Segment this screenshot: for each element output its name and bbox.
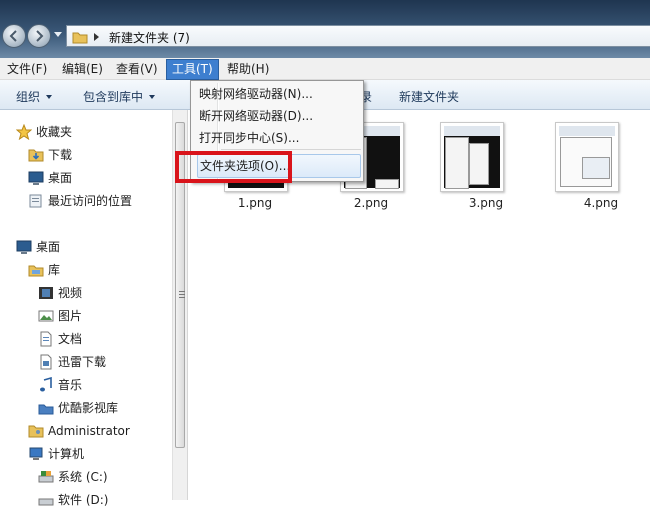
chevron-down-icon <box>149 95 156 99</box>
libraries-icon <box>28 265 44 277</box>
music-note-icon <box>40 377 52 392</box>
file-name: 2.png <box>353 196 389 210</box>
nav-label: 迅雷下载 <box>58 355 107 369</box>
menu-view[interactable]: 查看(V) <box>113 61 161 78</box>
nav-label: 计算机 <box>48 447 85 461</box>
back-button[interactable] <box>2 24 26 48</box>
pictures-icon <box>38 310 54 322</box>
nav-label: Administrator <box>48 424 130 438</box>
address-bar[interactable]: 新建文件夹 (7) <box>66 25 650 47</box>
scroll-grip-icon <box>179 291 185 299</box>
file-name: 1.png <box>237 196 273 210</box>
nav-label: 收藏夹 <box>36 125 73 139</box>
computer-icon <box>29 447 43 460</box>
menu-file[interactable]: 文件(F) <box>4 61 50 78</box>
menu-item-open-sync-center[interactable]: 打开同步中心(S)... <box>199 127 359 149</box>
recent-pages-dropdown-icon[interactable] <box>54 32 62 37</box>
menu-tools[interactable]: 工具(T) <box>166 59 219 80</box>
user-folder-icon <box>28 425 44 438</box>
menu-help[interactable]: 帮助(H) <box>224 61 272 78</box>
include-in-library-label: 包含到库中 <box>83 90 144 104</box>
nav-label: 最近访问的位置 <box>48 194 133 208</box>
navigation-pane: 收藏夹 下载 桌面 最近访问的位置 桌面 库 视频 图片 文档 迅雷下载 音乐 <box>0 110 172 507</box>
nav-label: 视频 <box>58 286 83 300</box>
nav-label: 音乐 <box>58 378 83 392</box>
recent-places-icon <box>29 194 42 208</box>
nav-label: 系统 (C:) <box>58 470 108 484</box>
file-thumbnail <box>555 122 619 192</box>
file-thumbnail <box>440 122 504 192</box>
address-strip: 新建文件夹 (7) <box>0 0 650 58</box>
menu-item-label: 断开网络驱动器(D)... <box>199 109 314 123</box>
new-folder-button[interactable]: 新建文件夹 <box>399 88 459 105</box>
menu-item-label: 打开同步中心(S)... <box>199 131 300 145</box>
back-arrow-icon <box>9 30 17 42</box>
breadcrumb-current-folder[interactable]: 新建文件夹 (7) <box>109 29 190 46</box>
menu-separator <box>221 149 361 150</box>
folder-icon <box>72 32 88 44</box>
menu-edit[interactable]: 编辑(E) <box>59 61 106 78</box>
menu-item-map-network-drive[interactable]: 映射网络驱动器(N)... <box>199 83 359 105</box>
downloads-folder-icon <box>28 149 44 162</box>
nav-label: 库 <box>48 263 61 277</box>
xunlei-downloads-icon <box>40 354 52 370</box>
organize-label: 组织 <box>16 90 41 104</box>
chevron-down-icon <box>46 95 53 99</box>
nav-label: 下载 <box>48 148 73 162</box>
desktop-icon <box>28 171 44 185</box>
nav-label: 图片 <box>58 309 83 323</box>
drive-icon <box>38 498 54 506</box>
menu-item-label: 映射网络驱动器(N)... <box>199 87 313 101</box>
nav-label: 优酷影视库 <box>58 401 119 415</box>
forward-arrow-icon <box>36 30 44 42</box>
menu-bar: 文件(F) 编辑(E) 查看(V) 工具(T) 帮助(H) <box>0 58 650 80</box>
nav-label: 桌面 <box>36 240 61 254</box>
youku-library-icon <box>38 404 54 415</box>
annotation-highlight-box <box>175 151 292 183</box>
breadcrumb-arrow-icon[interactable] <box>94 33 99 41</box>
film-icon <box>39 287 53 299</box>
nav-label: 桌面 <box>48 171 73 185</box>
file-name: 3.png <box>468 196 504 210</box>
file-name: 4.png <box>583 196 619 210</box>
system-drive-icon <box>38 471 54 483</box>
desktop-icon <box>16 240 32 254</box>
documents-icon <box>40 331 52 347</box>
include-in-library-button[interactable]: 包含到库中 <box>83 88 156 105</box>
organize-button[interactable]: 组织 <box>16 88 53 105</box>
nav-label: 文档 <box>58 332 83 346</box>
forward-button[interactable] <box>27 24 51 48</box>
nav-label: 软件 (D:) <box>58 493 109 507</box>
menu-item-disconnect-network-drive[interactable]: 断开网络驱动器(D)... <box>199 105 359 127</box>
star-icon <box>16 124 32 140</box>
